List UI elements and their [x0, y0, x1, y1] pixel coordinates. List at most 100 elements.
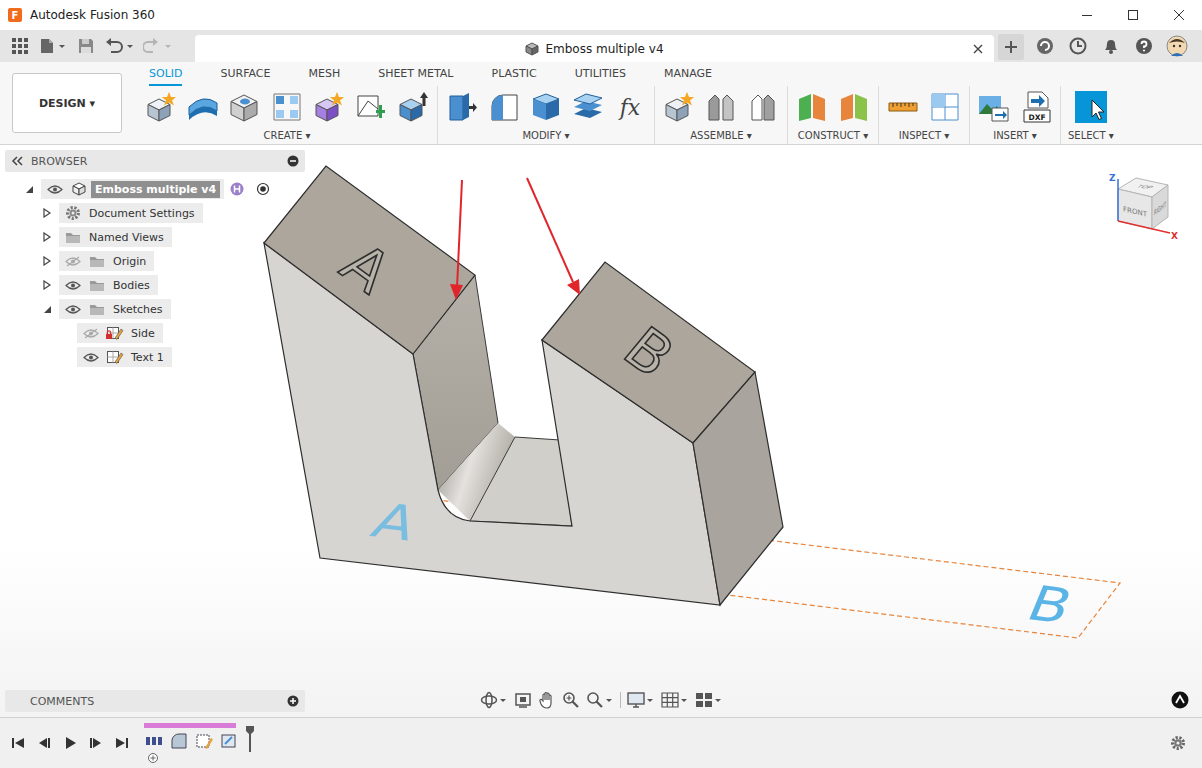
- collapse-icon[interactable]: [11, 156, 23, 166]
- tool-button[interactable]: [228, 88, 262, 126]
- tool-group-menu[interactable]: MODIFY ▾: [522, 128, 569, 142]
- tool-button[interactable]: [928, 88, 962, 126]
- tool-button[interactable]: [144, 88, 178, 126]
- new-tab-button[interactable]: [998, 34, 1024, 60]
- fit-button[interactable]: [586, 689, 614, 711]
- add-icon[interactable]: [148, 753, 158, 763]
- look-at-button[interactable]: [514, 689, 532, 711]
- timeline-feature[interactable]: [219, 731, 239, 751]
- model-view[interactable]: BABA: [0, 145, 1202, 717]
- document-tab[interactable]: Emboss multiple v4: [195, 35, 994, 62]
- collapse-icon[interactable]: [42, 304, 52, 314]
- tool-button[interactable]: [1074, 88, 1108, 126]
- tool-button[interactable]: [571, 88, 605, 126]
- tool-group-menu[interactable]: SELECT ▾: [1068, 128, 1114, 142]
- ribbon-tab[interactable]: SURFACE: [220, 67, 270, 86]
- display-settings-button[interactable]: [627, 689, 655, 711]
- timeline-feature[interactable]: [194, 731, 214, 751]
- timeline-feature[interactable]: [144, 731, 164, 751]
- tool-button[interactable]: fx: [613, 88, 647, 126]
- browser-item[interactable]: Origin: [5, 249, 305, 273]
- minimize-button[interactable]: [1064, 0, 1110, 30]
- browser-item[interactable]: Named Views: [5, 225, 305, 249]
- tool-button[interactable]: [529, 88, 563, 126]
- browser-item[interactable]: Emboss multiple v4: [5, 177, 305, 201]
- notifications-button[interactable]: [1100, 32, 1122, 60]
- history-button[interactable]: [1067, 32, 1089, 60]
- tool-button[interactable]: [270, 88, 304, 126]
- tool-button[interactable]: [312, 88, 346, 126]
- go-to-end-button[interactable]: [114, 733, 130, 753]
- eye-icon[interactable]: [65, 304, 81, 315]
- step-forward-button[interactable]: [88, 733, 104, 753]
- tool-button[interactable]: [354, 88, 388, 126]
- tool-button[interactable]: [837, 88, 871, 126]
- active-radio-icon[interactable]: [256, 182, 270, 196]
- tool-group-menu[interactable]: INSPECT ▾: [899, 128, 949, 142]
- tool-group-menu[interactable]: CONSTRUCT ▾: [798, 128, 868, 142]
- step-back-button[interactable]: [36, 733, 52, 753]
- tool-button[interactable]: [746, 88, 780, 126]
- collapse-icon[interactable]: [24, 184, 34, 194]
- save-button[interactable]: [75, 32, 97, 60]
- zoom-button[interactable]: [562, 689, 580, 711]
- tool-button[interactable]: [977, 88, 1011, 126]
- expand-icon[interactable]: [42, 232, 52, 242]
- ribbon-tab[interactable]: MESH: [308, 67, 340, 86]
- ribbon-tab[interactable]: SOLID: [149, 67, 182, 86]
- orbit-button[interactable]: [480, 689, 508, 711]
- add-comment-icon[interactable]: [287, 695, 299, 707]
- eye-hidden-icon[interactable]: [83, 328, 99, 339]
- grid-settings-button[interactable]: [661, 689, 689, 711]
- viewports-button[interactable]: [695, 689, 723, 711]
- close-button[interactable]: [1156, 0, 1202, 30]
- ribbon-tab[interactable]: UTILITIES: [575, 67, 626, 86]
- viewport[interactable]: BABABROWSEREmboss multiple v4Document Se…: [0, 145, 1202, 717]
- data-panel-button[interactable]: [9, 32, 31, 60]
- browser-item[interactable]: Sketches: [5, 297, 305, 321]
- browser-item[interactable]: Bodies: [5, 273, 305, 297]
- timeline-feature[interactable]: [169, 731, 189, 751]
- tool-button[interactable]: [445, 88, 479, 126]
- close-tab-button[interactable]: [968, 39, 988, 59]
- eye-icon[interactable]: [47, 184, 63, 195]
- eye-icon[interactable]: [65, 280, 81, 291]
- play-button[interactable]: [62, 733, 78, 753]
- undo-button[interactable]: [105, 32, 135, 60]
- ribbon-tab[interactable]: SHEET METAL: [378, 67, 453, 86]
- tool-button[interactable]: [662, 88, 696, 126]
- tool-button[interactable]: [487, 88, 521, 126]
- tool-group-menu[interactable]: INSERT ▾: [993, 128, 1037, 142]
- go-to-start-button[interactable]: [10, 733, 26, 753]
- expand-icon[interactable]: [42, 256, 52, 266]
- maximize-button[interactable]: [1110, 0, 1156, 30]
- expand-icon[interactable]: [42, 280, 52, 290]
- ribbon-tab[interactable]: PLASTIC: [492, 67, 537, 86]
- tool-group-menu[interactable]: CREATE ▾: [264, 128, 311, 142]
- tool-button[interactable]: [186, 88, 220, 126]
- expand-icon[interactable]: [42, 208, 52, 218]
- workspace-dropdown[interactable]: DESIGN ▾: [12, 73, 122, 133]
- tool-button[interactable]: [795, 88, 829, 126]
- pan-button[interactable]: [538, 689, 556, 711]
- tool-button[interactable]: [886, 88, 920, 126]
- assistant-icon[interactable]: [1171, 691, 1189, 709]
- profile-button[interactable]: [1166, 32, 1188, 60]
- eye-hidden-icon[interactable]: [65, 256, 81, 267]
- file-menu-button[interactable]: [39, 32, 67, 60]
- tool-button[interactable]: [704, 88, 738, 126]
- tool-group-menu[interactable]: ASSEMBLE ▾: [690, 128, 751, 142]
- help-button[interactable]: [1133, 32, 1155, 60]
- browser-item[interactable]: Document Settings: [5, 201, 305, 225]
- job-status-button[interactable]: [1034, 32, 1056, 60]
- timeline-settings-button[interactable]: [1168, 733, 1188, 753]
- ribbon-tab[interactable]: MANAGE: [664, 67, 712, 86]
- eye-icon[interactable]: [83, 352, 99, 363]
- tool-button[interactable]: [396, 88, 430, 126]
- minimize-panel-icon[interactable]: [287, 155, 299, 167]
- redo-button[interactable]: [143, 32, 173, 60]
- u-block-body[interactable]: [264, 166, 783, 605]
- view-cube[interactable]: TOPFRONTRIGHTZX: [1106, 167, 1182, 243]
- timeline-marker[interactable]: [246, 726, 254, 752]
- browser-item[interactable]: Side: [5, 321, 305, 345]
